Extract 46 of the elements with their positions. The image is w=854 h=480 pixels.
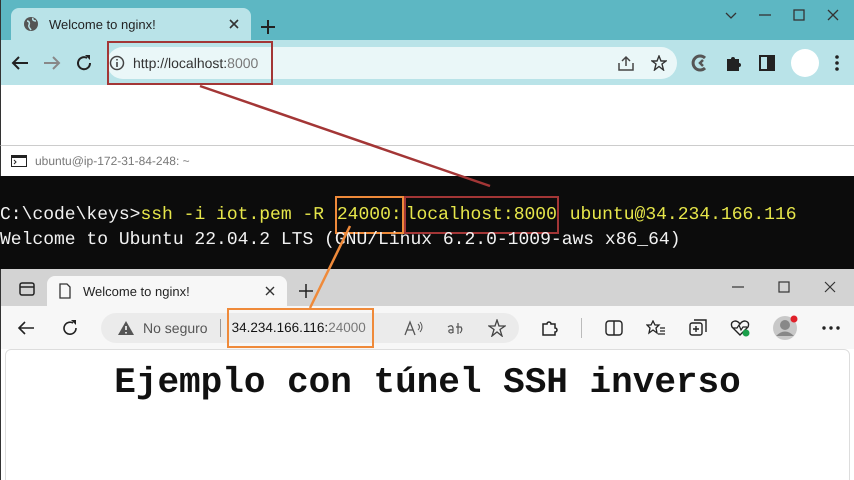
back-arrow-icon[interactable]: [17, 320, 35, 336]
command-prompt: C:\code\keys>: [0, 204, 140, 227]
read-aloud-icon[interactable]: [404, 320, 424, 336]
plus-icon[interactable]: [261, 20, 275, 34]
command-text: 24000:: [336, 204, 402, 226]
maximize-icon[interactable]: [778, 281, 790, 293]
heart-pulse-icon[interactable]: [730, 318, 750, 336]
star-icon[interactable]: [488, 318, 506, 336]
star-icon[interactable]: [651, 54, 667, 70]
more-menu-icon[interactable]: [835, 54, 839, 70]
forward-arrow-icon[interactable]: [43, 54, 61, 72]
info-icon[interactable]: [109, 54, 125, 70]
close-icon[interactable]: [229, 19, 239, 29]
command-text: ubuntu@34.234.166.116: [570, 204, 797, 227]
tab-actions-icon[interactable]: [19, 282, 35, 296]
reload-icon[interactable]: [61, 318, 79, 336]
split-screen-icon[interactable]: [605, 320, 623, 336]
close-icon[interactable]: [265, 286, 275, 296]
page-icon[interactable]: [59, 283, 71, 299]
globe-icon[interactable]: [23, 16, 39, 32]
side-panel-icon[interactable]: [759, 54, 775, 70]
command-text: ssh -i iot.pem -R: [140, 204, 324, 227]
close-icon[interactable]: [824, 281, 836, 293]
close-icon[interactable]: [826, 8, 840, 22]
share-icon[interactable]: [617, 54, 635, 70]
maximize-icon[interactable]: [792, 8, 806, 22]
collections-icon[interactable]: [689, 318, 707, 336]
page-heading: Ejemplo con túnel SSH inverso: [114, 362, 741, 405]
url-text[interactable]: http://localhost:8000: [133, 54, 258, 70]
puzzle-icon[interactable]: [540, 318, 558, 336]
command-text: localhost:8000: [406, 204, 557, 226]
url-text[interactable]: 34.234.166.116:24000: [232, 320, 366, 335]
plus-icon[interactable]: [299, 284, 313, 298]
profile-avatar-icon[interactable]: [773, 314, 799, 340]
warning-icon[interactable]: [117, 320, 135, 336]
browser-tab[interactable]: Welcome to nginx!: [11, 8, 251, 40]
tab-title: Welcome to nginx!: [83, 284, 191, 298]
console-icon[interactable]: [11, 155, 27, 167]
window-title: ubuntu@ip-172-31-84-248: ~: [35, 154, 190, 168]
reload-icon[interactable]: [75, 54, 93, 72]
tab-title: Welcome to nginx!: [49, 16, 157, 32]
security-label[interactable]: No seguro: [143, 320, 208, 336]
browser-tab[interactable]: Welcome to nginx!: [47, 276, 287, 306]
more-menu-icon[interactable]: [822, 326, 840, 330]
back-arrow-icon[interactable]: [11, 54, 29, 72]
favorites-icon[interactable]: [646, 320, 666, 336]
